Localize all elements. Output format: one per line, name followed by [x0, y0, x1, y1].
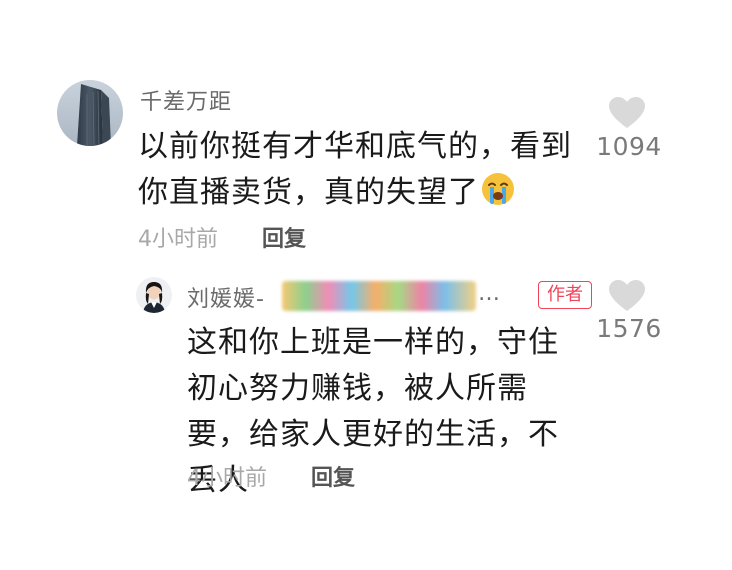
- reply-button[interactable]: 回复: [262, 221, 306, 253]
- heart-icon: [609, 280, 645, 311]
- username-ellipsis: …: [478, 281, 500, 306]
- redacted-username-overlay: [282, 281, 476, 311]
- reply-author-username[interactable]: 刘媛媛-: [187, 281, 265, 313]
- heart-icon: [609, 97, 645, 128]
- like-button[interactable]: [609, 97, 645, 129]
- commenter-username[interactable]: 千差万距: [140, 84, 232, 116]
- reply-like-button[interactable]: [609, 280, 645, 312]
- commenter-avatar[interactable]: [57, 80, 123, 146]
- reply-to-reply-button[interactable]: 回复: [311, 460, 355, 492]
- crying-face-icon: [481, 172, 515, 206]
- author-badge: 作者: [538, 281, 592, 309]
- like-count: 1094: [596, 132, 662, 161]
- reply-timestamp: 4小时前: [187, 466, 267, 491]
- reply-like-count: 1576: [596, 314, 662, 343]
- reply-author-avatar[interactable]: [136, 277, 172, 313]
- comment-timestamp: 4小时前: [138, 227, 218, 252]
- comment-thread: 千差万距 以前你挺有才华和底气的，看到你直播卖货，真的失望了 4小时前 回复 1…: [0, 0, 732, 570]
- comment-text: 以前你挺有才华和底气的，看到你直播卖货，真的失望了: [138, 124, 578, 216]
